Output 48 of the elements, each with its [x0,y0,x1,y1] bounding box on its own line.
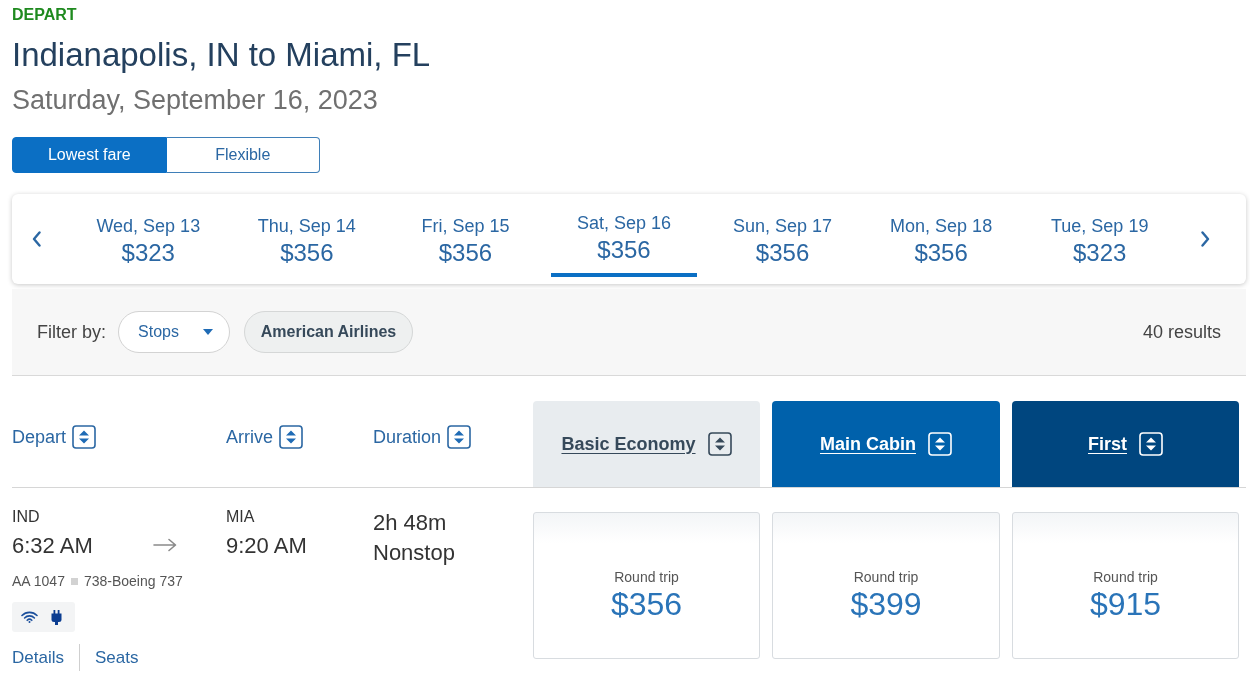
cabin-sort-button[interactable]: Basic Economy [561,432,732,456]
fare-card[interactable]: Round trip $915 [1012,512,1239,659]
column-sort-button[interactable]: Duration [373,425,472,449]
date-tab[interactable]: Sun, Sep 17 $356 [709,194,856,277]
date-tab[interactable]: Wed, Sep 13 $323 [75,194,222,277]
wifi-icon [21,611,38,623]
departure-airport: IND [12,507,40,527]
date-tab[interactable]: Mon, Sep 18 $356 [868,194,1015,277]
fare-card[interactable]: Round trip $399 [772,512,1000,659]
arrival-time: 9:20 AM [226,532,307,560]
date-tab[interactable]: Fri, Sep 15 $356 [392,194,539,277]
flight-link[interactable]: Details [12,646,64,669]
sort-icon [1139,432,1163,456]
sort-icon [447,425,472,449]
fare-toggle-button[interactable]: Flexible [166,137,320,173]
chevron-left-icon [31,231,41,247]
sort-icon [707,432,732,456]
depart-label: DEPART [12,5,77,25]
route-title: Indianapolis, IN to Miami, FL [12,35,432,75]
stops-info: Nonstop [373,539,455,567]
fare-card[interactable]: Round trip $356 [533,512,760,659]
results-count: 40 results [1142,321,1221,343]
square-separator-icon [70,577,78,585]
aircraft-type: 738-Boeing 737 [83,572,183,590]
filter-label: Filter by: [37,321,106,343]
sort-icon [928,432,952,456]
fare-toggle-button[interactable]: Lowest fare [12,137,167,173]
caret-down-icon [203,329,213,335]
column-sort-button[interactable]: Depart [12,425,97,449]
date-tab[interactable]: Tue, Sep 19 $323 [1026,194,1173,277]
departure-time: 6:32 AM [12,532,93,560]
power-plug-icon [51,609,62,625]
date-tab[interactable]: Thu, Sep 14 $356 [233,194,380,277]
flight-link[interactable]: Seats [94,646,139,669]
arrival-airport: MIA [226,507,255,527]
date-tab[interactable]: Sat, Sep 16 $356 [551,194,697,277]
cabin-sort-button[interactable]: Main Cabin [820,432,952,456]
airline-filter-chip[interactable]: American Airlines [244,311,413,353]
chevron-right-icon [1201,231,1210,247]
arrow-right-icon [153,537,177,552]
cabin-sort-button[interactable]: First [1088,432,1163,456]
travel-date: Saturday, September 16, 2023 [12,84,378,117]
sort-icon [279,425,303,449]
flight-duration: 2h 48m [373,509,447,537]
sort-icon [72,425,97,449]
column-sort-button[interactable]: Arrive [226,425,303,449]
flight-number: AA 1047 [12,572,65,590]
stops-dropdown[interactable]: Stops [118,311,230,353]
